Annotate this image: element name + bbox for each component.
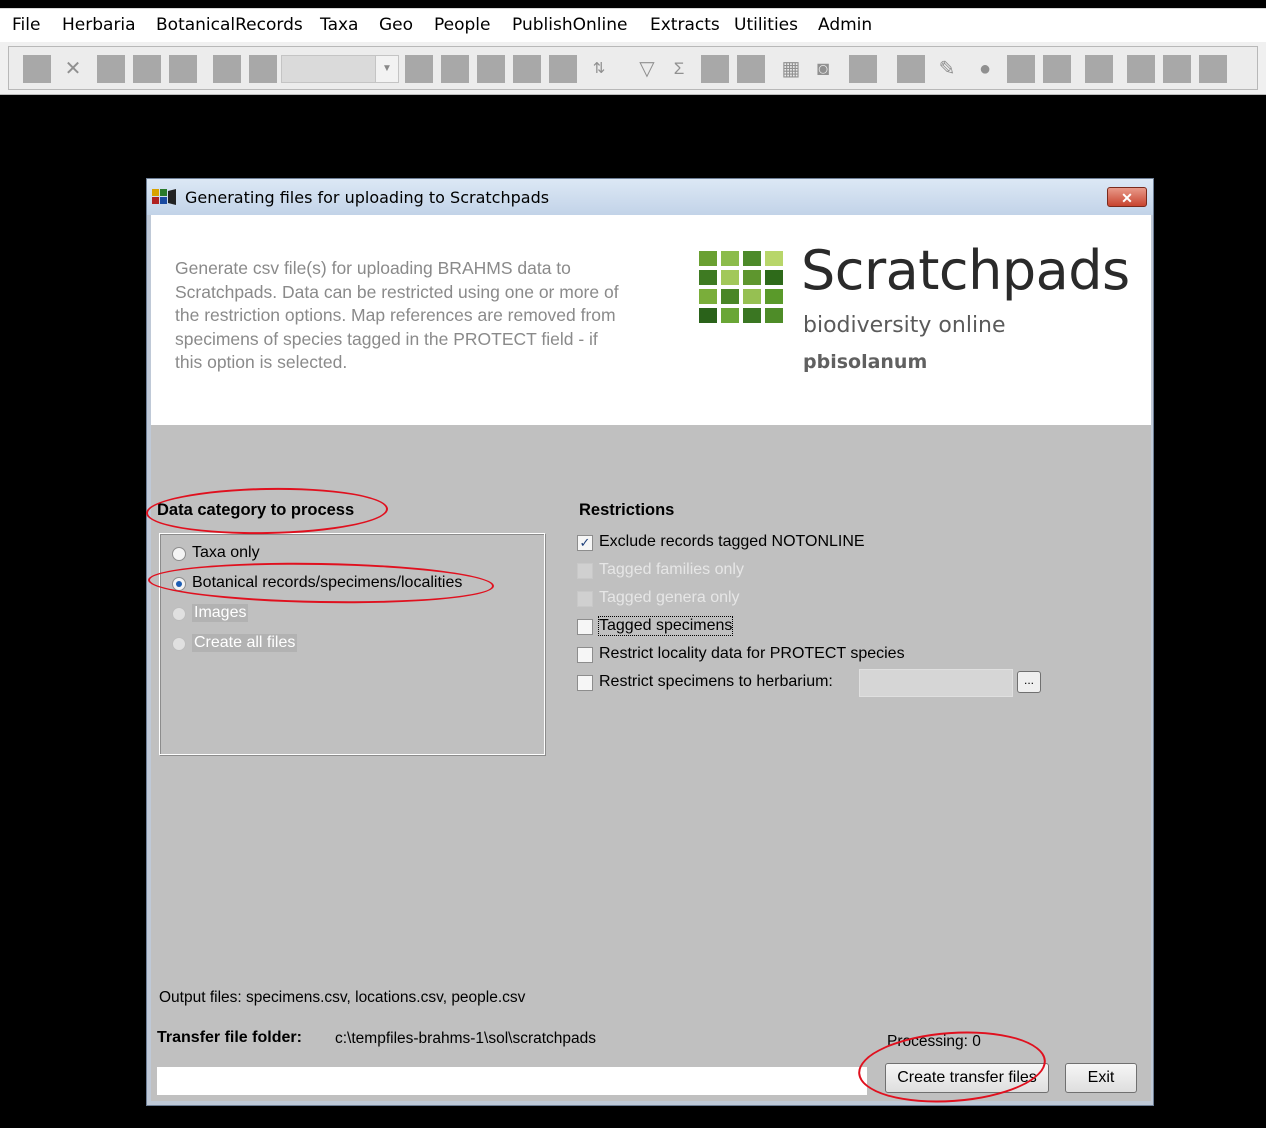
toolbar-button[interactable]: [849, 55, 877, 83]
toolbar-button[interactable]: [97, 55, 125, 83]
checkbox: [577, 591, 593, 607]
toolbar-button[interactable]: [169, 55, 197, 83]
toolbar-button[interactable]: [405, 55, 433, 83]
menu-taxa[interactable]: Taxa: [320, 15, 358, 35]
sum-icon[interactable]: Σ: [665, 55, 693, 83]
menu-utilities[interactable]: Utilities: [734, 15, 798, 35]
toolbar-button[interactable]: [213, 55, 241, 83]
toolbar-button[interactable]: [1199, 55, 1227, 83]
header-panel: Generate csv file(s) for uploading BRAHM…: [151, 215, 1151, 425]
output-files-text: Output files: specimens.csv, locations.c…: [159, 989, 526, 1006]
description-text: Generate csv file(s) for uploading BRAHM…: [175, 258, 619, 372]
radio-button: [172, 637, 186, 651]
scratchpads-dialog: Generating files for uploading to Scratc…: [146, 178, 1154, 1106]
site-name: pbisolanum: [803, 351, 928, 373]
radio-label: Botanical records/specimens/localities: [192, 574, 463, 591]
scratchpads-tagline: biodiversity online: [803, 313, 1006, 338]
menu-file[interactable]: File: [12, 15, 40, 35]
processing-status: Processing: 0: [887, 1033, 981, 1050]
app-icon: [152, 189, 176, 205]
toolbar-button[interactable]: [133, 55, 161, 83]
menu-admin[interactable]: Admin: [818, 15, 872, 35]
checkbox-label: Exclude records tagged NOTONLINE: [599, 533, 865, 550]
toolbar: ✕ ▼ ⇅ ▽ Σ ▦ ◙ ✎ ●: [0, 42, 1266, 95]
transfer-folder-value: c:\tempfiles-brahms-1\sol\scratchpads: [335, 1030, 597, 1047]
checkbox[interactable]: [577, 647, 593, 663]
radio-button[interactable]: [172, 547, 186, 561]
progress-field[interactable]: [157, 1067, 867, 1095]
dialog-content: Generate csv file(s) for uploading BRAHM…: [151, 215, 1151, 1101]
checkbox: [577, 563, 593, 579]
checkbox-label: Tagged families only: [599, 561, 744, 578]
toolbar-button[interactable]: [549, 55, 577, 83]
checkbox-label: Restrict locality data for PROTECT speci…: [599, 645, 905, 662]
edit-icon[interactable]: ✎: [933, 55, 961, 83]
menu-herbaria[interactable]: Herbaria: [62, 15, 136, 35]
toolbar-button[interactable]: [477, 55, 505, 83]
sort-icon[interactable]: ⇅: [585, 55, 613, 83]
browse-herbarium-button[interactable]: ...: [1017, 671, 1041, 693]
checkbox[interactable]: ✓: [577, 535, 593, 551]
radio-label: Images: [192, 604, 249, 622]
close-icon: ✕: [1121, 190, 1133, 206]
filter-icon[interactable]: ▽: [633, 55, 661, 83]
toolbar-button[interactable]: [1007, 55, 1035, 83]
checkbox-label: Tagged genera only: [599, 589, 740, 606]
checkbox-label: Tagged specimens: [597, 616, 734, 636]
toolbar-strip: ✕ ▼ ⇅ ▽ Σ ▦ ◙ ✎ ●: [8, 46, 1258, 90]
close-button[interactable]: ✕: [1107, 187, 1147, 207]
transfer-folder-label: Transfer file folder:: [157, 1029, 302, 1046]
toolbar-button[interactable]: [249, 55, 277, 83]
category-group: Taxa only Botanical records/specimens/lo…: [159, 533, 545, 755]
menu-geo[interactable]: Geo: [379, 15, 413, 35]
toolbar-button[interactable]: [23, 55, 51, 83]
toolbar-button[interactable]: [1085, 55, 1113, 83]
delete-icon[interactable]: ✕: [59, 55, 87, 83]
menu-botanical-records[interactable]: BotanicalRecords: [156, 15, 303, 35]
checkbox-label: Restrict specimens to herbarium:: [599, 673, 833, 690]
toolbar-button[interactable]: [737, 55, 765, 83]
radio-label: Create all files: [192, 634, 298, 652]
menu-extracts[interactable]: Extracts: [650, 15, 720, 35]
dialog-title: Generating files for uploading to Scratc…: [185, 188, 550, 207]
camera-icon[interactable]: ◙: [809, 55, 837, 83]
toolbar-combo[interactable]: ▼: [281, 55, 399, 83]
map-icon[interactable]: ▦: [777, 55, 805, 83]
chevron-down-icon[interactable]: ▼: [375, 56, 398, 82]
menu-bar: File Herbaria BotanicalRecords Taxa Geo …: [0, 8, 1266, 43]
globe-icon[interactable]: ●: [971, 55, 999, 83]
scratchpads-wordmark: Scratchpads: [801, 239, 1130, 302]
toolbar-button[interactable]: [441, 55, 469, 83]
toolbar-button[interactable]: [897, 55, 925, 83]
category-title: Data category to process: [157, 501, 355, 519]
toolbar-button[interactable]: [513, 55, 541, 83]
checkbox[interactable]: [577, 619, 593, 635]
exit-button[interactable]: Exit: [1065, 1063, 1137, 1093]
toolbar-button[interactable]: [1043, 55, 1071, 83]
create-transfer-files-button[interactable]: Create transfer files: [885, 1063, 1049, 1093]
checkbox[interactable]: [577, 675, 593, 691]
radio-button[interactable]: [172, 577, 186, 591]
toolbar-button[interactable]: [1127, 55, 1155, 83]
scratchpads-logo-icon: [699, 251, 785, 337]
restrictions-title: Restrictions: [579, 501, 675, 519]
radio-button: [172, 607, 186, 621]
menu-people[interactable]: People: [434, 15, 490, 35]
herbarium-input[interactable]: [859, 669, 1013, 697]
radio-label: Taxa only: [192, 544, 260, 561]
toolbar-button[interactable]: [701, 55, 729, 83]
toolbar-button[interactable]: [1163, 55, 1191, 83]
menu-publish-online[interactable]: PublishOnline: [512, 15, 627, 35]
dialog-titlebar[interactable]: Generating files for uploading to Scratc…: [147, 179, 1153, 215]
